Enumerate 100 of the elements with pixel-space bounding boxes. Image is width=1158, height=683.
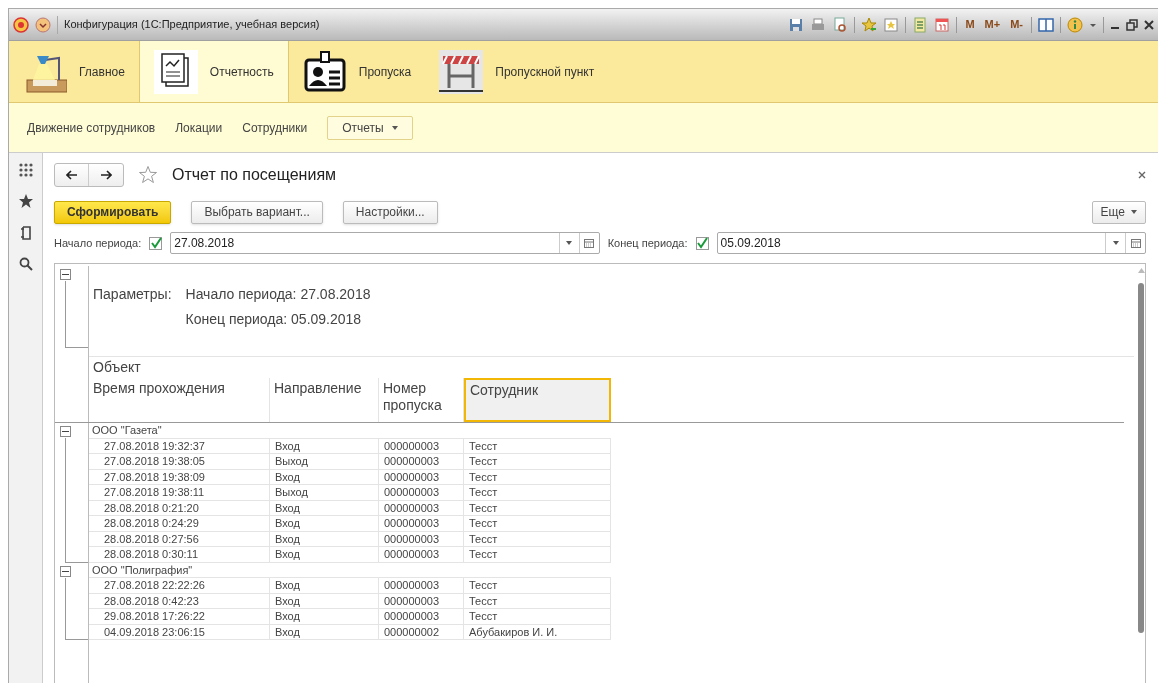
print-preview-icon[interactable] (832, 16, 849, 33)
table-cell: Тесст (464, 485, 611, 500)
table-cell: Тесст (464, 609, 611, 624)
table-cell: Вход (270, 516, 379, 531)
barrier-icon (439, 49, 484, 94)
date-field[interactable]: 27.08.2018 (170, 232, 600, 254)
column-header[interactable]: Сотрудник (464, 378, 611, 422)
table-cell: 000000003 (379, 609, 464, 624)
menu-icon[interactable] (35, 16, 51, 33)
table-cell: 000000003 (379, 485, 464, 500)
checkbox[interactable] (695, 236, 709, 250)
table-cell: 000000003 (379, 469, 464, 484)
app-logo-icon[interactable] (13, 16, 29, 33)
table-cell: 28.08.2018 0:21:20 (89, 500, 270, 515)
collapse-toggle[interactable] (60, 426, 71, 437)
toolbar-button[interactable]: Выбрать вариант... (191, 200, 323, 224)
table-cell: 000000003 (379, 547, 464, 562)
table-cell: Вход (270, 547, 379, 562)
table-cell: 27.08.2018 19:38:11 (89, 485, 270, 500)
memory-button[interactable]: M- (1008, 16, 1025, 33)
section-tab[interactable]: Главное (9, 41, 139, 102)
table-cell: Тесст (464, 547, 611, 562)
nav-link[interactable]: Локации (175, 118, 223, 137)
calendar-icon[interactable] (584, 238, 595, 248)
table-cell: 000000003 (379, 454, 464, 469)
table-cell: 29.08.2018 17:26:22 (89, 609, 270, 624)
table-cell: 27.08.2018 19:38:05 (89, 454, 270, 469)
favorites-star-icon[interactable] (17, 193, 34, 209)
id-badge-icon (302, 49, 347, 94)
table-cell: Тесст (464, 531, 611, 546)
history-icon[interactable] (18, 225, 33, 241)
table-cell: Вход (270, 438, 379, 453)
table-cell: 000000002 (379, 624, 464, 639)
table-cell: Вход (270, 500, 379, 515)
table-cell: 27.08.2018 22:22:26 (89, 578, 270, 593)
dropdown-caret-icon[interactable] (1112, 241, 1119, 245)
star-arrow-icon[interactable] (861, 16, 878, 33)
table-cell: 04.09.2018 23:06:15 (89, 624, 270, 639)
table-cell: Вход (270, 531, 379, 546)
table-cell: Выход (270, 485, 379, 500)
param-value: Начало периода: 27.08.2018 (185, 285, 371, 304)
search-icon[interactable] (18, 257, 33, 271)
table-cell: Вход (270, 469, 379, 484)
collapse-toggle[interactable] (60, 565, 71, 577)
group-row-cell[interactable]: ООО "Газета" (89, 423, 611, 439)
param-value: Конец периода: 05.09.2018 (185, 310, 363, 329)
window-title: Конфигурация (1С:Предприятие, учебная версия) (64, 17, 320, 33)
minus-icon (62, 271, 69, 278)
table-cell: 28.08.2018 0:24:29 (89, 516, 270, 531)
scrollbar-thumb[interactable] (1138, 283, 1144, 633)
table-cell: 000000003 (379, 593, 464, 608)
dropdown-caret-icon[interactable] (566, 241, 573, 245)
table-cell: 27.08.2018 19:38:09 (89, 469, 270, 484)
minus-icon (62, 428, 69, 435)
close-icon[interactable] (1138, 171, 1146, 179)
date-field[interactable]: 05.09.2018 (716, 232, 1146, 254)
reports-menu-button[interactable]: Отчеты (327, 115, 413, 140)
table-cell: Тесст (464, 578, 611, 593)
params-label: Параметры: (93, 285, 172, 304)
panels-icon[interactable] (1038, 16, 1054, 33)
save-icon[interactable] (788, 16, 805, 33)
form-title: Отчет по посещениям (172, 165, 338, 185)
toolbar-button[interactable]: Настройки... (342, 200, 438, 224)
table-cell: Вход (270, 624, 379, 639)
table-cell: 28.08.2018 0:27:56 (89, 531, 270, 546)
table-cell: 27.08.2018 19:32:37 (89, 438, 270, 453)
table-cell: Абубакиров И. И. (464, 624, 611, 639)
back-arrow-icon (65, 170, 78, 180)
section-tab[interactable]: Отчетность (138, 41, 289, 102)
collapse-toggle[interactable] (60, 269, 71, 280)
memory-button[interactable]: M+ (982, 16, 1003, 33)
checkbox[interactable] (149, 236, 163, 250)
calendar-icon[interactable] (934, 16, 951, 33)
memory-button[interactable]: M (963, 16, 977, 33)
section-tab[interactable]: Пропуска (288, 41, 426, 102)
table-cell: Тесст (464, 438, 611, 453)
print-icon[interactable] (810, 16, 827, 33)
calendar-icon[interactable] (1130, 238, 1141, 248)
info-icon[interactable] (1067, 16, 1083, 33)
table-cell: 000000003 (379, 500, 464, 515)
table-cell: 000000003 (379, 578, 464, 593)
table-cell: Вход (270, 578, 379, 593)
checkmark-icon (696, 237, 709, 249)
group-row-cell[interactable]: ООО "Полиграфия" (89, 562, 611, 578)
report-icon (153, 49, 198, 94)
table-cell: Тесст (464, 454, 611, 469)
generate-button[interactable]: Сформировать (54, 200, 172, 224)
favorite-star-icon[interactable] (138, 165, 158, 185)
apps-grid-icon[interactable] (18, 163, 33, 177)
table-cell: Выход (270, 454, 379, 469)
star-document-icon[interactable] (883, 16, 900, 33)
field-label: Конец периода: (607, 235, 688, 251)
table-cell: 000000003 (379, 438, 464, 453)
more-button[interactable]: Еще (1091, 200, 1146, 224)
nav-link[interactable]: Сотрудники (242, 118, 308, 137)
nav-link[interactable]: Движение сотрудников (27, 118, 156, 137)
restore-icon[interactable] (1126, 18, 1138, 31)
section-tab[interactable]: Пропускной пункт (425, 41, 609, 102)
close-icon[interactable] (1144, 19, 1154, 30)
table-cell: Тесст (464, 469, 611, 484)
